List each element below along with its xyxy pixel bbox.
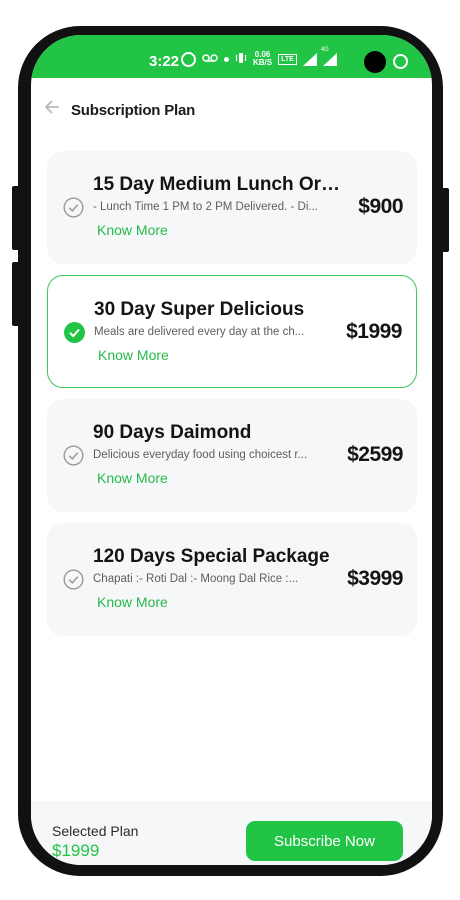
unchecked-circle-icon bbox=[63, 197, 84, 218]
checked-circle-icon bbox=[64, 322, 85, 343]
plan-description: Meals are delivered every day at the ch.… bbox=[94, 326, 305, 338]
data-speed-icon: 0.06 KB/S bbox=[253, 51, 272, 67]
plan-name: 30 Day Super Delicious bbox=[94, 299, 305, 320]
voicemail-icon bbox=[202, 53, 218, 66]
status-time: 3:22 bbox=[149, 53, 180, 70]
plan-card[interactable]: 15 Day Medium Lunch Or Di... - Lunch Tim… bbox=[47, 151, 417, 264]
plan-name: 90 Days Daimond bbox=[93, 422, 252, 443]
arrow-left-icon[interactable] bbox=[44, 100, 60, 114]
signal-icon bbox=[302, 52, 317, 66]
plan-description: - Lunch Time 1 PM to 2 PM Delivered. - D… bbox=[93, 201, 318, 213]
status-icons: 0.06 KB/S LTE 4G bbox=[181, 47, 337, 67]
volte-icon: LTE bbox=[278, 53, 297, 65]
selected-plan-label: Selected Plan bbox=[52, 823, 139, 839]
speed-unit: KB/S bbox=[253, 58, 273, 67]
plan-name: 15 Day Medium Lunch Or Di... bbox=[93, 174, 345, 195]
know-more-link[interactable]: Know More bbox=[97, 594, 168, 610]
selected-plan-price: $1999 bbox=[52, 841, 100, 860]
page-title: Subscription Plan bbox=[71, 102, 196, 119]
bottom-bar: Selected Plan $1999 Subscribe Now bbox=[31, 801, 432, 865]
signal-4g-icon: 4G bbox=[321, 47, 337, 66]
battery-icon bbox=[393, 54, 408, 69]
dot-icon bbox=[224, 56, 229, 62]
plan-price: $1999 bbox=[346, 320, 402, 343]
app-screen: 3:22 0.06 KB/S LTE 4G Subscription Plan … bbox=[31, 35, 432, 865]
know-more-link[interactable]: Know More bbox=[97, 222, 168, 238]
plan-description: Chapati :- Roti Dal :- Moong Dal Rice :.… bbox=[93, 573, 299, 585]
unchecked-circle-icon bbox=[63, 569, 84, 590]
network-label: 4G bbox=[320, 46, 329, 53]
plan-card[interactable]: 90 Days Daimond Delicious everyday food … bbox=[47, 399, 417, 512]
vibrate-icon bbox=[235, 52, 247, 67]
know-more-link[interactable]: Know More bbox=[97, 470, 168, 486]
plan-card[interactable]: 120 Days Special Package Chapati :- Roti… bbox=[47, 523, 417, 636]
plan-price: $900 bbox=[358, 195, 403, 218]
plan-price: $3999 bbox=[347, 567, 403, 590]
front-camera bbox=[364, 51, 386, 73]
whatsapp-icon bbox=[181, 51, 196, 67]
unchecked-circle-icon bbox=[63, 445, 84, 466]
plan-name: 120 Days Special Package bbox=[93, 546, 330, 567]
know-more-link[interactable]: Know More bbox=[98, 347, 169, 363]
app-bar: Subscription Plan bbox=[31, 78, 432, 134]
status-bar: 3:22 0.06 KB/S LTE 4G bbox=[31, 35, 432, 78]
plan-card-selected[interactable]: 30 Day Super Delicious Meals are deliver… bbox=[47, 275, 417, 388]
plan-description: Delicious everyday food using choicest r… bbox=[93, 449, 308, 461]
subscribe-now-button[interactable]: Subscribe Now bbox=[246, 821, 403, 861]
plan-price: $2599 bbox=[347, 443, 403, 466]
